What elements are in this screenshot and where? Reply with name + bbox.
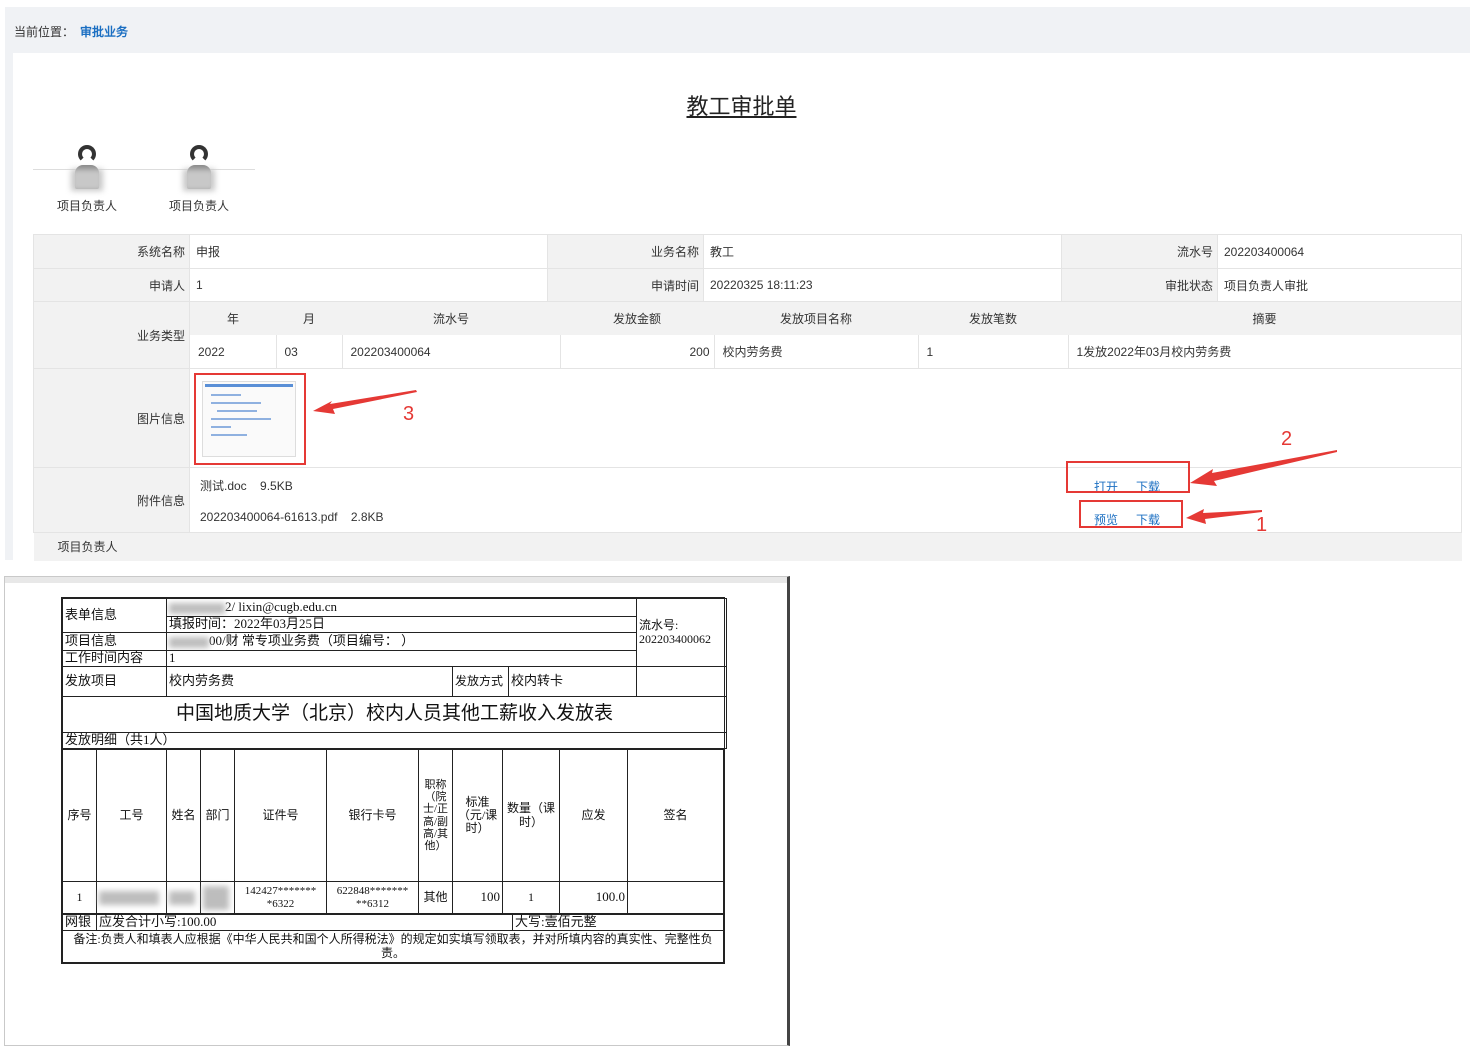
form-row-dept bbox=[200, 881, 235, 914]
form-method-value: 校内转卡 bbox=[507, 666, 638, 697]
form-col-dept: 部门 bbox=[200, 749, 235, 882]
form-sum-label: 网银 bbox=[62, 914, 97, 931]
form-header-table: 表单信息 2/ lixin@cugb.edu.cn 流水号: 2022034000… bbox=[61, 598, 728, 749]
form-project-label: 项目信息 bbox=[62, 632, 167, 651]
form-col-name: 姓名 bbox=[166, 749, 201, 882]
form-row-no: 1 bbox=[62, 881, 97, 914]
form-serial-value: 202203400062 bbox=[639, 631, 712, 646]
form-item-value: 校内劳务费 bbox=[166, 666, 453, 697]
form-col-id-card: 证件号 bbox=[234, 749, 327, 882]
form-project-value: 00/财 常专项业务费（项目编号： ） bbox=[165, 632, 638, 651]
form-col-title: 职称（院士/正高/副高/其他） bbox=[418, 749, 453, 882]
form-row-name bbox=[166, 881, 201, 914]
form-sum-big: 大写:壹佰元整 bbox=[512, 914, 724, 931]
form-col-signature: 签名 bbox=[627, 749, 724, 882]
form-info-text: 2/ lixin@cugb.edu.cn bbox=[225, 599, 337, 615]
pay-form: 表单信息 2/ lixin@cugb.edu.cn 流水号: 2022034000… bbox=[61, 597, 728, 964]
arrow-2-icon bbox=[1190, 450, 1337, 486]
form-row-id-card: 142427******* *6322 bbox=[234, 881, 327, 914]
form-serial-cell: 流水号: 202203400062 bbox=[636, 598, 728, 667]
form-col-payable: 应发 bbox=[559, 749, 628, 882]
form-fill-time: 填报时间：2022年03月25日 bbox=[165, 616, 638, 633]
form-col-no: 序号 bbox=[62, 749, 97, 882]
form-row-standard: 100 bbox=[452, 881, 503, 914]
form-work-value: 1 bbox=[165, 650, 638, 667]
form-info-label: 表单信息 bbox=[62, 598, 167, 633]
form-sum-small: 应发合计小写:100.00 bbox=[96, 914, 513, 931]
form-work-label: 工作时间内容 bbox=[62, 650, 167, 667]
form-note: 备注:负责人和填表人应根据《中华人民共和国个人所得税法》的规定如实填写领取表，并… bbox=[62, 930, 724, 963]
form-project-text: 00/财 常专项业务费（项目编号： ） bbox=[209, 633, 415, 649]
form-row-title: 其他 bbox=[418, 881, 453, 914]
form-info-line: 2/ lixin@cugb.edu.cn bbox=[165, 598, 638, 617]
arrow-3-icon bbox=[313, 390, 417, 414]
form-method-label: 发放方式 bbox=[452, 666, 509, 697]
form-detail-label: 发放明细（共1人） bbox=[61, 732, 728, 749]
form-row-quantity: 1 bbox=[502, 881, 560, 914]
form-row-payable: 100.0 bbox=[559, 881, 628, 914]
form-row-signature bbox=[627, 881, 724, 914]
form-col-quantity: 数量（课时） bbox=[502, 749, 560, 882]
form-row-staff-id bbox=[96, 881, 167, 914]
form-detail-table: 序号 工号 姓名 部门 证件号 银行卡号 职称（院士/正高/副高/其他） 标准（… bbox=[62, 749, 724, 914]
arrow-1-icon bbox=[1186, 509, 1262, 524]
form-item-label: 发放项目 bbox=[62, 666, 167, 697]
form-col-staff-id: 工号 bbox=[96, 749, 167, 882]
form-big-title: 中国地质大学（北京）校内人员其他工薪收入发放表 bbox=[61, 696, 728, 733]
form-preview: 表单信息 2/ lixin@cugb.edu.cn 流水号: 2022034000… bbox=[4, 576, 790, 1046]
form-sum-table: 网银 应发合计小写:100.00 大写:壹佰元整 备注:负责人和填表人应根据《中… bbox=[62, 914, 724, 963]
form-col-bank-card: 银行卡号 bbox=[326, 749, 419, 882]
form-row-bank-card: 622848******* **6312 bbox=[326, 881, 419, 914]
form-serial-label: 流水号: bbox=[639, 618, 679, 633]
form-col-standard: 标准（元/课时） bbox=[452, 749, 503, 882]
